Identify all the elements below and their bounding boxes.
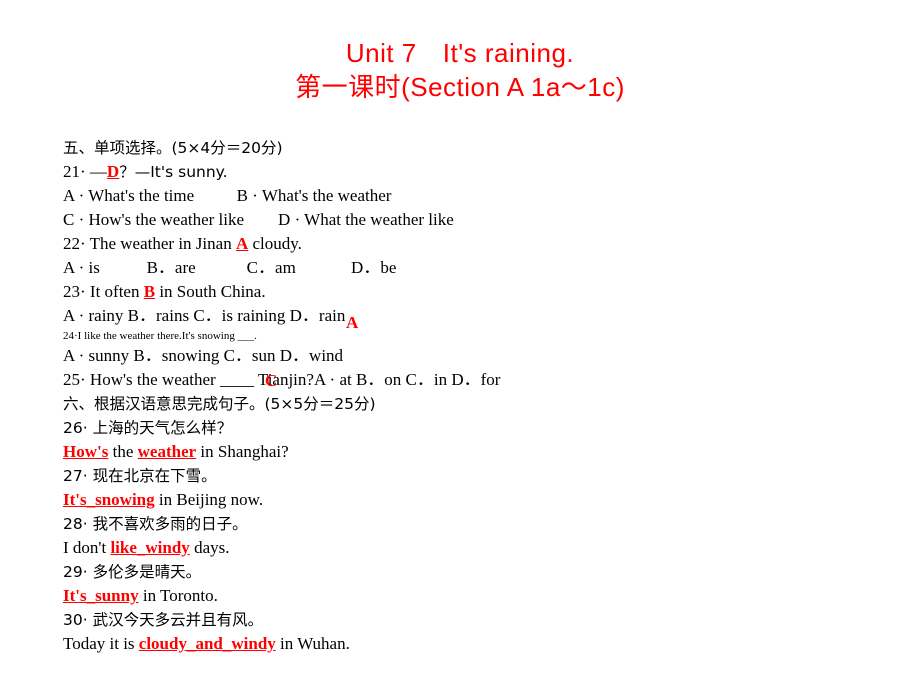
question-21-options-line-1: A · What's the time B · What's the weath… bbox=[63, 186, 392, 205]
question-29-prompt: 29· 多伦多是晴天。 bbox=[63, 560, 863, 584]
question-24-answer-mark: A bbox=[346, 313, 359, 332]
q26-answer-2: weather bbox=[137, 442, 197, 461]
question-21-options-line-2: C · How's the weather like D · What the … bbox=[63, 210, 454, 229]
q30-post: in Wuhan. bbox=[275, 634, 350, 653]
q29-answer-1: It's_sunny bbox=[63, 586, 139, 605]
q21-answer: D bbox=[106, 162, 120, 181]
q28-prompt-text: · 我不喜欢多雨的日子。 bbox=[82, 515, 248, 533]
question-30-prompt: 30· 武汉今天多云并且有风。 bbox=[63, 608, 863, 632]
question-25-answer-mark: C bbox=[265, 371, 278, 390]
q27-answer-1: It's_snowing bbox=[63, 490, 155, 509]
q29-post: in Toronto. bbox=[138, 586, 218, 605]
q29-number: 29 bbox=[63, 563, 83, 581]
q26-mid: the bbox=[108, 442, 138, 461]
q22-stem-before: · The weather in Jinan bbox=[80, 234, 236, 253]
q21-stem-before: · — bbox=[80, 162, 107, 181]
title-block: Unit 7 It's raining. 第一课时(Section A 1a～1c… bbox=[0, 0, 920, 104]
q28-number: 28 bbox=[63, 515, 83, 533]
q22-number: 22 bbox=[63, 234, 80, 253]
question-24-options-line-1: A · sunny B．snowing C．sun D．wind bbox=[63, 346, 344, 365]
question-22-options-line-1: A · is B．are C．am D．be bbox=[63, 258, 397, 277]
q30-number: 30 bbox=[63, 611, 83, 629]
q26-answer-1: How's bbox=[63, 442, 109, 461]
q28-pre: I don't bbox=[63, 538, 111, 557]
q28-answer-1: like_windy bbox=[110, 538, 190, 557]
question-29-answer-line: It's_sunny in Toronto. bbox=[63, 584, 863, 608]
question-26-answer-line: How's the weather in Shanghai? bbox=[63, 440, 863, 464]
section-6-heading: 六、根据汉语意思完成句子。(5×5分＝25分) bbox=[63, 395, 376, 413]
q23-stem-before: · It often bbox=[80, 282, 144, 301]
q22-answer: A bbox=[235, 234, 249, 253]
slide-page: Unit 7 It's raining. 第一课时(Section A 1a～1c… bbox=[0, 0, 920, 690]
q23-stem-after: in South China. bbox=[155, 282, 266, 301]
q30-answer-1: cloudy_and_windy bbox=[138, 634, 276, 653]
question-22-stem: 22· The weather in Jinan A cloudy. bbox=[63, 232, 863, 256]
q26-post: in Shanghai? bbox=[196, 442, 289, 461]
q23-number: 23 bbox=[63, 282, 80, 301]
question-23-stem: 23· It often B in South China. bbox=[63, 280, 863, 304]
unit-label: Unit 7 bbox=[345, 38, 417, 68]
q29-prompt-text: · 多伦多是晴天。 bbox=[82, 563, 202, 581]
title-line-1: Unit 7 It's raining. bbox=[0, 36, 920, 70]
question-24-stem: 24·I like the weather there.It's snowing… bbox=[63, 330, 257, 342]
q30-prompt-text: · 武汉今天多云并且有风。 bbox=[82, 611, 264, 629]
question-21-stem: 21· —D？—It's sunny. bbox=[63, 160, 863, 184]
exercise-body: 五、单项选择。(5×4分＝20分) 21· —D？—It's sunny. A … bbox=[63, 136, 863, 656]
question-27-answer-line: It's_snowing in Beijing now. bbox=[63, 488, 863, 512]
q26-number: 26 bbox=[63, 419, 83, 437]
question-23-options-line-1: A · rainy B．rains C．is raining D．rain bbox=[63, 306, 346, 325]
q25-number: 25 bbox=[63, 370, 80, 389]
q27-post: in Beijing now. bbox=[154, 490, 264, 509]
q28-post: days. bbox=[189, 538, 230, 557]
q21-stem-after: ？—It's sunny. bbox=[119, 163, 228, 181]
q25-stem-text: · How's the weather ____ Tianjin? bbox=[80, 370, 314, 389]
question-30-answer-line: Today it is cloudy_and_windy in Wuhan. bbox=[63, 632, 863, 656]
q27-number: 27 bbox=[63, 467, 83, 485]
question-26-prompt: 26· 上海的天气怎么样？ bbox=[63, 416, 863, 440]
q22-stem-after: cloudy. bbox=[248, 234, 302, 253]
q30-pre: Today it is bbox=[63, 634, 139, 653]
q26-prompt-text: · 上海的天气怎么样？ bbox=[82, 419, 233, 437]
question-27-prompt: 27· 现在北京在下雪。 bbox=[63, 464, 863, 488]
question-28-answer-line: I don't like_windy days. bbox=[63, 536, 863, 560]
section-5-heading: 五、单项选择。(5×4分＝20分) bbox=[63, 139, 283, 157]
unit-subject: It's raining. bbox=[442, 38, 575, 68]
q27-prompt-text: · 现在北京在下雪。 bbox=[82, 467, 217, 485]
question-25-stem: 25· How's the weather ____ Tianjin?A · a… bbox=[63, 368, 863, 392]
title-line-2: 第一课时(Section A 1a～1c) bbox=[295, 72, 625, 102]
q25-options-inline: A · at B．on C．in D．for bbox=[313, 370, 501, 389]
question-28-prompt: 28· 我不喜欢多雨的日子。 bbox=[63, 512, 863, 536]
q21-number: 21 bbox=[63, 162, 80, 181]
q23-answer: B bbox=[143, 282, 156, 301]
